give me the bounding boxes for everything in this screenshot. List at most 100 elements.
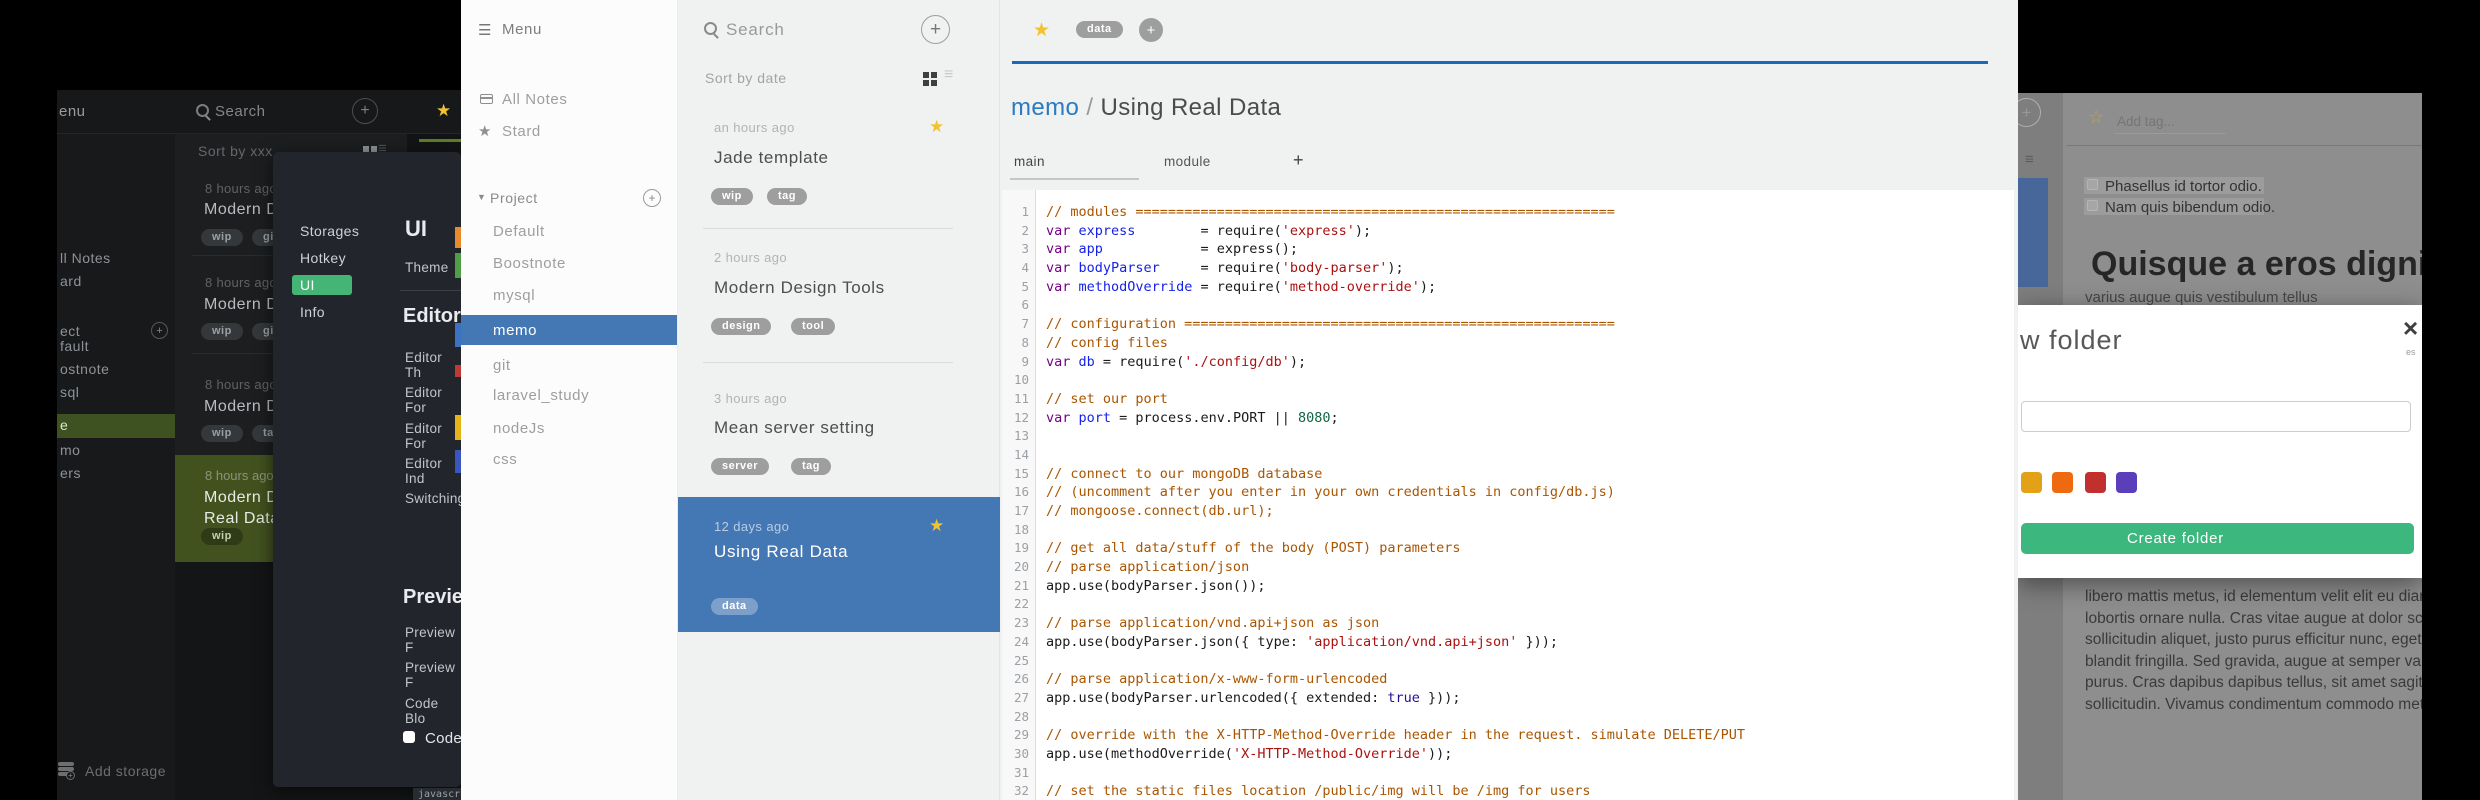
search-input[interactable]: Search xyxy=(726,20,785,40)
hamburger-icon[interactable]: ☰ xyxy=(478,21,491,39)
line-number: 22 xyxy=(1013,596,1029,612)
sidebar-item-laravel_study[interactable]: laravel_study xyxy=(493,387,589,404)
new-note-button[interactable]: + xyxy=(352,98,378,124)
selected-folder-row xyxy=(57,414,175,438)
sort-by-label[interactable]: Sort by xxx xyxy=(198,143,273,159)
code-line: // config files xyxy=(1046,334,1168,351)
add-folder-button[interactable]: + xyxy=(151,322,168,339)
storage-project-label[interactable]: ect xyxy=(60,323,80,339)
new-note-button[interactable]: + xyxy=(921,15,950,44)
settings-item[interactable]: Code Blo xyxy=(405,696,461,726)
sidebar-item-fault[interactable]: fault xyxy=(60,338,89,354)
code-line: var port = process.env.PORT || 8080; xyxy=(1046,409,1339,426)
page-title: Using Real Data xyxy=(1100,94,1282,121)
line-number: 28 xyxy=(1013,708,1029,724)
code-line: // parse application/vnd.api+json as jso… xyxy=(1046,615,1380,632)
new-folder-modal: w folder × es Create folder xyxy=(2018,305,2422,578)
sidebar-item-memo[interactable]: memo xyxy=(493,322,537,339)
line-number: 31 xyxy=(1013,764,1029,780)
line-number: 12 xyxy=(1013,409,1029,425)
sidebar-item-mysql[interactable]: mysql xyxy=(493,287,535,304)
code-line: // set the static files location /public… xyxy=(1046,783,1591,800)
sort-by-selector[interactable]: Sort by date xyxy=(705,70,787,86)
note-divider xyxy=(703,228,953,229)
menu-button[interactable]: enu xyxy=(59,103,86,120)
settings-item[interactable]: Switching xyxy=(405,491,461,506)
tab-module[interactable]: module xyxy=(1164,154,1211,169)
settings-nav-hotkey[interactable]: Hotkey xyxy=(300,250,346,266)
sidebar-item-starred[interactable]: Stard xyxy=(502,123,541,140)
star-icon: ★ xyxy=(929,516,945,535)
menu-button[interactable]: Menu xyxy=(502,21,542,38)
tab-main[interactable]: main xyxy=(1014,154,1045,169)
line-number: 11 xyxy=(1013,390,1029,406)
search-input[interactable]: Search xyxy=(215,103,266,120)
star-toggle-icon[interactable]: ★ xyxy=(1033,19,1050,42)
tag-pill-data[interactable]: data xyxy=(1076,21,1123,38)
sidebar-item-e[interactable]: e xyxy=(60,417,68,433)
color-swatch[interactable] xyxy=(2052,472,2073,493)
storage-project-label[interactable]: Project xyxy=(490,190,538,206)
sidebar-item-starred[interactable]: ard xyxy=(60,273,82,289)
line-number: 16 xyxy=(1013,484,1029,500)
document-paragraph: libero mattis metus, id elementum velit … xyxy=(2085,586,2422,716)
editor-accent-line xyxy=(1012,61,1988,64)
settings-item[interactable]: Editor For xyxy=(405,385,461,415)
chevron-down-icon[interactable]: ▼ xyxy=(477,192,486,202)
sidebar-item-css[interactable]: css xyxy=(493,451,517,468)
settings-nav-ui[interactable]: UI xyxy=(300,277,315,293)
add-tag-button[interactable]: + xyxy=(1139,18,1163,42)
sidebar-item-ers[interactable]: ers xyxy=(60,465,81,481)
settings-item[interactable]: Preview F xyxy=(405,660,461,690)
sidebar-item-sql[interactable]: sql xyxy=(60,384,79,400)
create-folder-button[interactable]: Create folder xyxy=(2021,523,2414,554)
note-title: Using Real Data xyxy=(714,542,849,561)
line-number: 26 xyxy=(1013,671,1029,687)
settings-nav-info[interactable]: Info xyxy=(300,304,325,320)
sidebar-item-nodeJs[interactable]: nodeJs xyxy=(493,420,545,437)
settings-item[interactable]: Editor For xyxy=(405,421,461,451)
code-line: // connect to our mongoDB database xyxy=(1046,465,1323,482)
checkbox-icon[interactable] xyxy=(403,731,415,743)
settings-nav-storages[interactable]: Storages xyxy=(300,223,359,239)
sidebar-item-all-notes[interactable]: ll Notes xyxy=(60,250,111,266)
sidebar-item-git[interactable]: git xyxy=(493,357,511,374)
sidebar-item-ostnote[interactable]: ostnote xyxy=(60,361,109,377)
sidebar-item-Default[interactable]: Default xyxy=(493,223,545,240)
sidebar-item-all-notes[interactable]: All Notes xyxy=(502,91,567,108)
add-folder-button[interactable]: + xyxy=(643,189,661,207)
tag-pill-tag: tag xyxy=(767,188,807,205)
color-swatch[interactable] xyxy=(2085,472,2106,493)
line-number: 2 xyxy=(1021,222,1029,238)
close-icon[interactable]: × xyxy=(2403,313,2418,344)
add-storage-label: Add storage xyxy=(85,763,166,779)
note-time: 8 hours ago xyxy=(205,181,277,196)
all-notes-icon xyxy=(480,94,493,104)
grid-view-icon[interactable] xyxy=(923,72,929,78)
settings-item-theme[interactable]: Theme xyxy=(405,260,449,275)
code-editor[interactable]: 1 2 3 4 5 6 7 8 9 10 11 12 13 14 15 16 17 18 19 20 21 22 23 24 2… xyxy=(1002,190,2014,800)
settings-item[interactable]: Editor Th xyxy=(405,350,461,380)
sidebar-item-mo[interactable]: mo xyxy=(60,442,80,458)
code-line: // override with the X-HTTP-Method-Overr… xyxy=(1046,727,1745,744)
settings-item[interactable]: Editor Ind xyxy=(405,456,461,486)
settings-checkbox-label[interactable]: Code xyxy=(425,730,461,747)
star-icon[interactable]: ★ xyxy=(436,101,451,121)
list-view-icon[interactable]: ≡ xyxy=(944,66,953,84)
new-tab-button[interactable]: + xyxy=(1293,150,1304,171)
folder-name-input[interactable] xyxy=(2021,401,2411,432)
line-number: 19 xyxy=(1013,540,1029,556)
breadcrumb-folder[interactable]: memo xyxy=(1011,94,1079,121)
settings-item[interactable]: Preview F xyxy=(405,625,461,655)
sidebar-item-Boostnote[interactable]: Boostnote xyxy=(493,255,566,272)
color-swatch[interactable] xyxy=(2021,472,2042,493)
tag-pill-wip: wip xyxy=(201,229,243,246)
line-number: 24 xyxy=(1013,633,1029,649)
main-editor: ★ data + Last updated at Jan.9, 2017 12:… xyxy=(1000,0,2018,800)
settings-section-editor: Editor xyxy=(403,305,461,327)
checkbox-icon xyxy=(2087,200,2098,211)
color-swatch[interactable] xyxy=(2116,472,2137,493)
